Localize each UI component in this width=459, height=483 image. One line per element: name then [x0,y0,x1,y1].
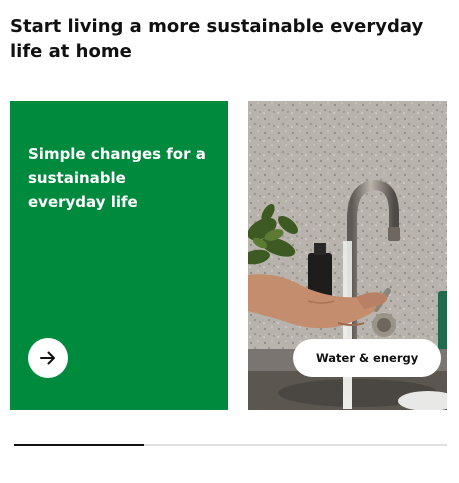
arrow-right-button[interactable] [28,338,68,378]
section-title: Start living a more sustainable everyday… [10,16,424,62]
water-energy-tag-button[interactable]: Water & energy [293,339,442,377]
arrow-right-icon [40,351,55,365]
carousel-scrollbar[interactable] [14,444,447,446]
carousel: Simple changes for a sustainable everyda… [10,101,447,410]
card-simple-changes[interactable]: Simple changes for a sustainable everyda… [10,101,228,410]
carousel-scrollbar-thumb[interactable] [14,444,144,446]
card-title: Simple changes for a sustainable everyda… [28,145,206,211]
card-water-energy[interactable]: Water & energy [248,101,447,410]
